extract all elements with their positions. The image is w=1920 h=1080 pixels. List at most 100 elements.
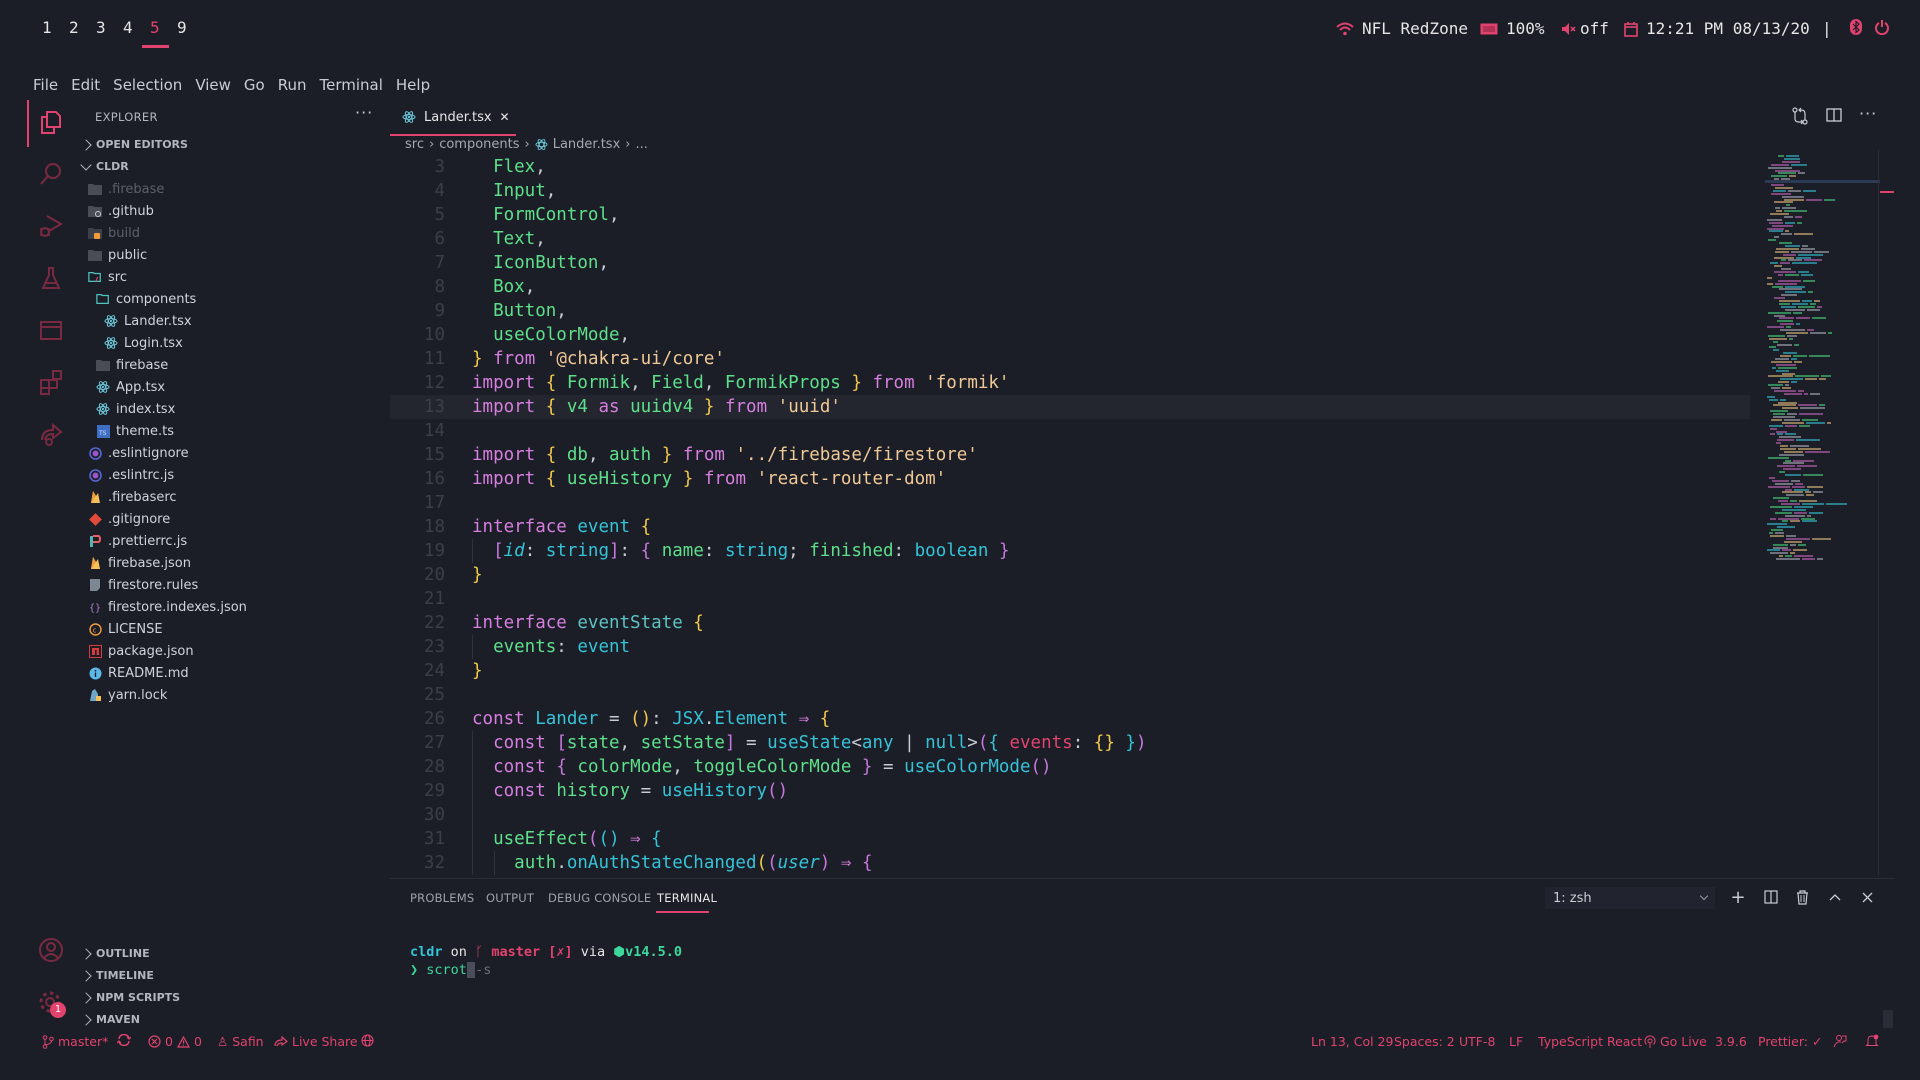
code-line[interactable]: 30 <box>390 803 1750 827</box>
activity-remote-explorer[interactable] <box>37 316 65 344</box>
menu-go[interactable]: Go <box>244 76 265 94</box>
code-line[interactable]: 32 auth.onAuthStateChanged((user) ⇒ { <box>390 851 1750 875</box>
section-open-editors[interactable]: OPEN EDITORS <box>80 138 188 151</box>
activity-explorer[interactable] <box>37 108 65 136</box>
code-line[interactable]: 26 const Lander = (): JSX.Element ⇒ { <box>390 707 1750 731</box>
maximize-panel-button[interactable] <box>1824 886 1846 908</box>
breadcrumb-src[interactable]: src <box>405 137 424 152</box>
status-encoding[interactable]: UTF-8 <box>1459 1034 1495 1049</box>
workspace-9[interactable]: 9 <box>177 18 187 37</box>
section-cldr[interactable]: CLDR <box>80 158 129 173</box>
split-terminal-button[interactable] <box>1760 886 1782 908</box>
status-eol[interactable]: LF <box>1509 1034 1523 1049</box>
code-line[interactable]: 22 interface eventState { <box>390 611 1750 635</box>
status-problems[interactable]: 0 0 <box>148 1034 202 1049</box>
tree-item[interactable]: .eslintignore <box>88 443 189 463</box>
menu-view[interactable]: View <box>195 76 231 94</box>
code-line[interactable]: 27 const [state, setState] = useState<an… <box>390 731 1750 755</box>
menu-terminal[interactable]: Terminal <box>320 76 383 94</box>
code-line[interactable]: 15 import { db, auth } from '../firebase/… <box>390 443 1750 467</box>
workspace-2[interactable]: 2 <box>69 18 79 37</box>
code-line[interactable]: 10 useColorMode, <box>390 323 1750 347</box>
code-line[interactable]: 13 import { v4 as uuidv4 } from 'uuid' <box>390 395 1750 419</box>
menu-help[interactable]: Help <box>396 76 430 94</box>
breadcrumb-file[interactable]: Lander.tsx <box>553 137 621 152</box>
status-go-live[interactable]: Go Live <box>1644 1034 1707 1049</box>
terminal-input-line[interactable]: ❯ scrot_-s <box>410 962 491 978</box>
status-prettier[interactable]: Prettier: ✓ <box>1758 1034 1822 1049</box>
code-line[interactable]: 23 events: event <box>390 635 1750 659</box>
activity-search[interactable] <box>37 160 65 188</box>
code-line[interactable]: 17 <box>390 491 1750 515</box>
code-line[interactable]: 11} from '@chakra-ui/core' <box>390 347 1750 371</box>
bluetooth-button[interactable] <box>1850 19 1862 35</box>
terminal-select[interactable]: 1: zsh <box>1545 887 1715 909</box>
section-npm-scripts[interactable]: NPM SCRIPTS <box>80 991 180 1004</box>
status-cursor-position[interactable]: Ln 13, Col 29 <box>1311 1034 1393 1049</box>
code-line[interactable]: 24} <box>390 659 1750 683</box>
code-line[interactable]: 19 [id: string]: { name: string; finishe… <box>390 539 1750 563</box>
code-line[interactable]: 20} <box>390 563 1750 587</box>
tree-item[interactable]: public <box>88 245 147 265</box>
code-line[interactable]: 4 Input, <box>390 179 1750 203</box>
tab-terminal[interactable]: TERMINAL <box>657 891 717 905</box>
terminal-scrollbar[interactable] <box>1883 1010 1893 1028</box>
code-line[interactable]: 18 interface event { <box>390 515 1750 539</box>
status-live-share[interactable]: Live Share <box>274 1034 358 1049</box>
section-timeline[interactable]: TIMELINE <box>80 969 154 982</box>
wifi-status[interactable]: NFL RedZone <box>1336 19 1468 38</box>
tree-item[interactable]: {} firestore.indexes.json <box>88 597 247 617</box>
status-notifications-button[interactable] <box>1865 1034 1879 1048</box>
code-line[interactable]: 3 Flex, <box>390 155 1750 179</box>
status-globe-button[interactable] <box>361 1034 374 1047</box>
clock[interactable]: 12:21 PM 08/13/20 <box>1624 19 1810 38</box>
activity-run-debug[interactable] <box>37 212 65 240</box>
tree-item[interactable]: README.md <box>88 663 189 683</box>
activity-testing[interactable] <box>37 264 65 292</box>
editor-more-actions-button[interactable]: ··· <box>1859 104 1877 123</box>
tree-item[interactable]: .firebaserc <box>88 487 177 507</box>
workspace-5[interactable]: 5 <box>150 18 160 37</box>
tree-item[interactable]: components <box>96 289 196 309</box>
minimap[interactable] <box>1765 155 1880 565</box>
new-terminal-button[interactable]: + <box>1727 886 1749 908</box>
code-line[interactable]: 12 import { Formik, Field, FormikProps } … <box>390 371 1750 395</box>
split-editor-button[interactable] <box>1826 107 1842 127</box>
status-sync-button[interactable] <box>117 1034 131 1046</box>
tab-debug-console[interactable]: DEBUG CONSOLE <box>548 891 651 905</box>
tree-item[interactable]: c LICENSE <box>88 619 163 639</box>
code-line[interactable]: 29 const history = useHistory() <box>390 779 1750 803</box>
code-line[interactable]: 5 FormControl, <box>390 203 1750 227</box>
tab-lander-tsx[interactable]: Lander.tsx ✕ <box>390 100 516 134</box>
tree-item[interactable]: firebase.json <box>88 553 191 573</box>
activity-accounts[interactable] <box>37 936 65 964</box>
breadcrumb-symbols[interactable]: ... <box>635 137 647 152</box>
workspace-4[interactable]: 4 <box>123 18 133 37</box>
tab-problems[interactable]: PROBLEMS <box>410 891 474 905</box>
status-user[interactable]: ♙ Safin <box>217 1034 264 1049</box>
tree-item[interactable]: Lander.tsx <box>104 311 192 331</box>
tree-item[interactable]: yarn.lock <box>88 685 167 705</box>
tree-item[interactable]: .github <box>88 201 154 221</box>
power-button[interactable] <box>1875 19 1889 35</box>
code-line[interactable]: 9 Button, <box>390 299 1750 323</box>
tree-item[interactable]: Login.tsx <box>104 333 183 353</box>
status-branch[interactable]: master* <box>42 1034 108 1049</box>
code-line[interactable]: 8 Box, <box>390 275 1750 299</box>
tree-item[interactable]: .eslintrc.js <box>88 465 174 485</box>
activity-extensions[interactable] <box>37 368 65 396</box>
tree-item[interactable]: .gitignore <box>88 509 170 529</box>
menu-run[interactable]: Run <box>278 76 307 94</box>
panel-divider[interactable] <box>390 878 1895 879</box>
code-line[interactable]: 14 <box>390 419 1750 443</box>
editor-scrollbar[interactable] <box>1878 150 1879 875</box>
activity-manage[interactable]: 1 <box>37 989 66 1018</box>
tab-close-icon[interactable]: ✕ <box>500 110 510 124</box>
code-line[interactable]: 28 const { colorMode, toggleColorMode } … <box>390 755 1750 779</box>
status-feedback-button[interactable] <box>1833 1034 1847 1048</box>
kill-terminal-button[interactable] <box>1791 886 1813 908</box>
code-line[interactable]: 31 useEffect(() ⇒ { <box>390 827 1750 851</box>
menu-file[interactable]: File <box>33 76 58 94</box>
tree-item[interactable]: firestore.rules <box>88 575 198 595</box>
tree-item[interactable]: .firebase <box>88 179 164 199</box>
